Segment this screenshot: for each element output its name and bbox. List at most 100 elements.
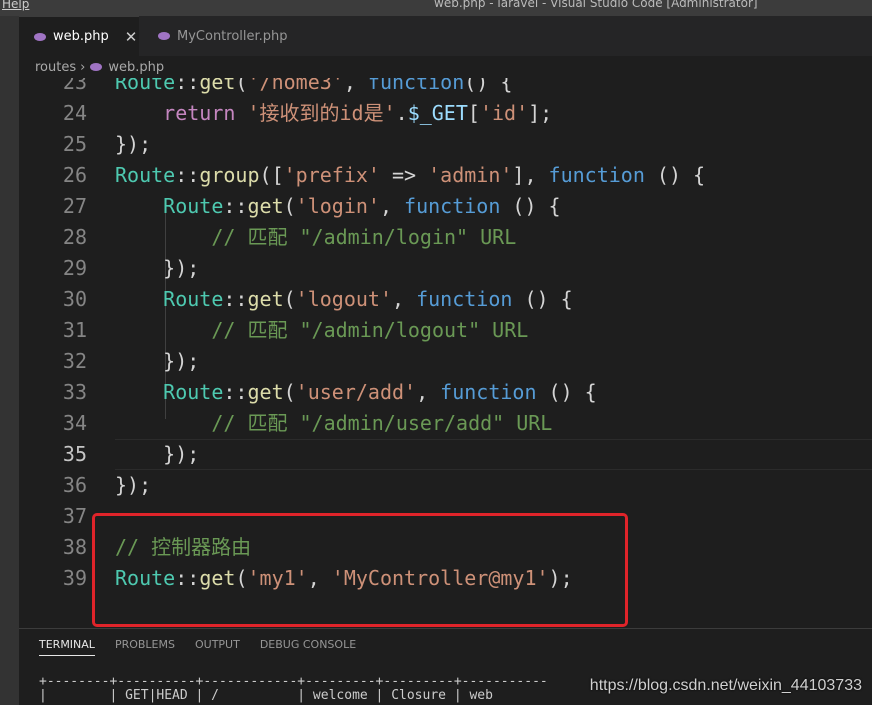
line-number: 32 <box>62 349 87 373</box>
code-token: [ <box>467 101 480 125</box>
code-text: }); <box>115 129 151 160</box>
code-token: }); <box>115 256 200 280</box>
code-token: 'prefix' <box>283 163 380 187</box>
line-number: 25 <box>62 132 87 156</box>
code-token: ( <box>283 287 296 311</box>
code-text: // 匹配 "/admin/user/add" URL <box>115 408 552 439</box>
tab-debug-console[interactable]: DEBUG CONSOLE <box>260 638 356 656</box>
annotation-highlight-box <box>92 513 628 627</box>
code-token: 'logout' <box>295 287 392 311</box>
code-line[interactable]: 27 Route::get('login', function () { <box>19 191 872 222</box>
watermark-text: https://blog.csdn.net/weixin_44103733 <box>589 677 862 694</box>
code-token: get <box>199 78 236 94</box>
tab-web-php[interactable]: web.php ✕ <box>19 16 139 56</box>
code-line[interactable]: 32 }); <box>19 346 872 377</box>
tab-output[interactable]: OUTPUT <box>195 638 240 656</box>
code-token: }); <box>115 442 200 466</box>
code-token: ], <box>512 163 549 187</box>
code-line[interactable]: 36}); <box>19 470 872 501</box>
code-token: // 匹配 "/admin/user/add" URL <box>211 411 553 435</box>
line-number: 27 <box>62 194 87 218</box>
line-number: 24 <box>62 101 87 125</box>
code-token: ]; <box>528 101 553 125</box>
code-token: return <box>163 101 236 125</box>
code-token: Route <box>163 194 224 218</box>
code-token: group <box>199 163 260 187</box>
code-token: Route <box>163 287 224 311</box>
line-number: 35 <box>62 442 87 466</box>
code-text: // 匹配 "/admin/login" URL <box>115 222 516 253</box>
code-token: function <box>440 380 537 404</box>
code-token: Route <box>163 380 224 404</box>
code-line[interactable]: 26 Route::group(['prefix' => 'admin'], fu… <box>19 160 872 191</box>
code-token: () { <box>500 194 561 218</box>
tab-label: MyController.php <box>177 28 288 44</box>
close-icon[interactable]: ✕ <box>125 28 138 46</box>
code-token: '/home3' <box>247 78 344 94</box>
code-line[interactable]: 24 return '接收到的id是'.$_GET['id']; <box>19 98 872 129</box>
code-text: Route::get('user/add', function () { <box>115 377 597 408</box>
code-text: return '接收到的id是'.$_GET['id']; <box>115 98 552 129</box>
line-number: 36 <box>62 473 87 497</box>
code-line[interactable]: 28 // 匹配 "/admin/login" URL <box>19 222 872 253</box>
breadcrumb-file[interactable]: web.php <box>108 60 164 75</box>
code-line[interactable]: 23 Route::get('/home3', function() { <box>19 78 872 98</box>
tab-problems[interactable]: PROBLEMS <box>115 638 175 656</box>
code-token: function <box>416 287 513 311</box>
title-bar: Help web.php - laravel - Visual Studio C… <box>0 0 872 16</box>
code-text: }); <box>115 439 199 470</box>
code-token: get <box>247 287 284 311</box>
code-token: function <box>367 78 465 94</box>
code-text: Route::get('logout', function () { <box>115 284 573 315</box>
code-token: :: <box>223 194 248 218</box>
code-text: Route::get('login', function () { <box>115 191 561 222</box>
code-token: , <box>343 78 368 94</box>
code-line[interactable]: 34 // 匹配 "/admin/user/add" URL <box>19 408 872 439</box>
editor-tab-bar: web.php ✕ MyController.php <box>19 16 872 56</box>
code-text: }); <box>115 253 199 284</box>
code-token: function <box>548 163 645 187</box>
code-token: '接收到的id是' <box>247 101 396 125</box>
code-text: // 匹配 "/admin/logout" URL <box>115 315 528 346</box>
code-token: () { <box>464 78 513 94</box>
code-line[interactable]: 30 Route::get('logout', function () { <box>19 284 872 315</box>
code-token: }); <box>115 473 152 497</box>
terminal-output[interactable]: +--------+----------+------------+------… <box>39 675 548 703</box>
chevron-right-icon: › <box>80 59 86 75</box>
code-token: , <box>391 287 417 311</box>
line-number: 39 <box>62 566 87 590</box>
activity-bar <box>0 16 19 705</box>
code-token: :: <box>223 287 248 311</box>
tab-terminal[interactable]: TERMINAL <box>39 638 95 656</box>
code-line[interactable]: 25}); <box>19 129 872 160</box>
line-number: 34 <box>62 411 87 435</box>
code-token: () { <box>536 380 597 404</box>
code-line[interactable]: 35 }); <box>19 439 872 470</box>
code-line[interactable]: 29 }); <box>19 253 872 284</box>
code-text: Route::get('/home3', function() { <box>115 78 512 98</box>
code-token: () { <box>512 287 573 311</box>
code-text: }); <box>115 470 151 501</box>
terminal-line: | | GET|HEAD | / | welcome | Closure | w… <box>39 688 493 703</box>
code-token: . <box>395 101 408 125</box>
code-token: :: <box>175 78 200 94</box>
breadcrumb-folder[interactable]: routes <box>35 60 76 75</box>
panel-tabs: TERMINAL PROBLEMS OUTPUT DEBUG CONSOLE <box>39 638 376 656</box>
php-elephant-icon <box>158 32 170 40</box>
tab-mycontroller-php[interactable]: MyController.php <box>143 16 303 56</box>
tab-label: web.php <box>53 29 109 44</box>
window-title: web.php - laravel - Visual Studio Code [… <box>434 0 758 10</box>
code-token: () { <box>644 163 706 187</box>
breadcrumb: routes › web.php <box>19 56 872 78</box>
code-line[interactable]: 33 Route::get('user/add', function () { <box>19 377 872 408</box>
code-token: }); <box>115 349 200 373</box>
code-line[interactable]: 31 // 匹配 "/admin/logout" URL <box>19 315 872 346</box>
code-token: => <box>379 163 429 187</box>
code-token: // 匹配 "/admin/login" URL <box>211 225 517 249</box>
code-token: ( <box>283 380 296 404</box>
menu-help[interactable]: Help <box>2 0 29 11</box>
